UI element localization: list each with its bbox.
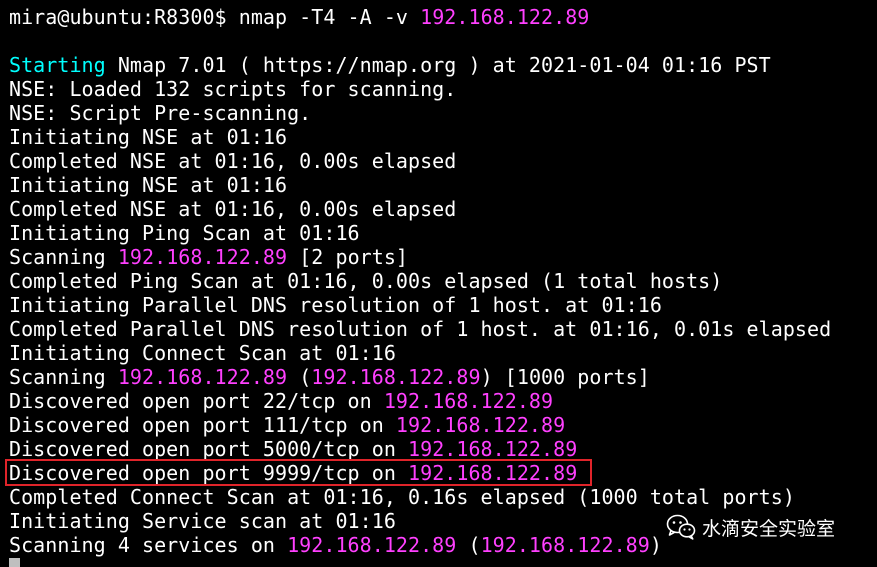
line-text: Discovered open port 5000/tcp on (9, 437, 409, 461)
output-line: Completed NSE at 01:16, 0.00s elapsed (9, 197, 831, 221)
ip-address: 192.168.122.89 (420, 5, 590, 29)
line-text: Completed NSE at 01:16, 0.00s elapsed (9, 149, 457, 173)
line-text: Completed Connect Scan at 01:16, 0.16s e… (9, 485, 795, 509)
line-text: [2 ports] (287, 245, 409, 269)
output-line: Starting Nmap 7.01 ( https://nmap.org ) … (9, 53, 831, 77)
line-text: Scanning 4 services on (9, 533, 288, 557)
ip-address: 192.168.122.89 (287, 533, 457, 557)
line-text: Scanning (9, 245, 118, 269)
output-line: Scanning 192.168.122.89 (192.168.122.89)… (9, 365, 831, 389)
output-line: Initiating NSE at 01:16 (9, 173, 831, 197)
output-line: Initiating NSE at 01:16 (9, 125, 831, 149)
line-text: Starting (9, 53, 106, 77)
output-line: Discovered open port 5000/tcp on 192.168… (9, 437, 831, 461)
output-line: Discovered open port 111/tcp on 192.168.… (9, 413, 831, 437)
line-text: Initiating NSE at 01:16 (9, 125, 288, 149)
ip-address: 192.168.122.89 (117, 245, 288, 269)
line-text: NSE: Script Pre-scanning. (9, 101, 312, 125)
line-text: Discovered open port 9999/tcp on (9, 461, 409, 485)
line-text: ) (649, 533, 662, 557)
output-line: Initiating Parallel DNS resolution of 1 … (9, 293, 831, 317)
line-text: Scanning (9, 365, 118, 389)
watermark: 水滴安全实验室 (666, 512, 835, 542)
output-line: Discovered open port 22/tcp on 192.168.1… (9, 389, 831, 413)
output-line: NSE: Loaded 132 scripts for scanning. (9, 77, 831, 101)
terminal-cursor (9, 558, 20, 567)
line-text: ) [1000 ports] (480, 365, 650, 389)
line-text: ( (287, 365, 312, 389)
ip-address: 192.168.122.89 (408, 461, 578, 485)
line-text: Initiating NSE at 01:16 (9, 173, 288, 197)
ip-address: 192.168.122.89 (395, 413, 566, 437)
line-text: Initiating Ping Scan at 01:16 (9, 221, 360, 245)
ip-address: 192.168.122.89 (383, 389, 554, 413)
output-line: NSE: Script Pre-scanning. (9, 101, 831, 125)
wechat-icon (666, 513, 696, 541)
ip-address: 192.168.122.89 (117, 365, 288, 389)
output-line: Completed Connect Scan at 01:16, 0.16s e… (9, 485, 831, 509)
line-text: Initiating Service scan at 01:16 (9, 509, 396, 533)
output-line: Scanning 192.168.122.89 [2 ports] (9, 245, 831, 269)
line-text: Nmap 7.01 ( https://nmap.org ) at 2021-0… (105, 53, 771, 77)
output-line: Completed NSE at 01:16, 0.00s elapsed (9, 149, 831, 173)
line-text: Completed Ping Scan at 01:16, 0.00s elap… (9, 269, 723, 293)
output-line: Completed Parallel DNS resolution of 1 h… (9, 317, 831, 341)
terminal-output: mira@ubuntu:R8300$ nmap -T4 -A -v 192.16… (9, 5, 831, 557)
output-line: Discovered open port 9999/tcp on 192.168… (9, 461, 831, 485)
line-text: ( (456, 533, 481, 557)
ip-address: 192.168.122.89 (311, 365, 481, 389)
line-text: Discovered open port 22/tcp on (9, 389, 384, 413)
line-text: Initiating Connect Scan at 01:16 (9, 341, 396, 365)
ip-address: 192.168.122.89 (480, 533, 650, 557)
line-text: Discovered open port 111/tcp on (9, 413, 396, 437)
line-text: NSE: Loaded 132 scripts for scanning. (9, 77, 457, 101)
ip-address: 192.168.122.89 (408, 437, 578, 461)
line-text: Completed Parallel DNS resolution of 1 h… (9, 317, 832, 341)
output-line: Completed Ping Scan at 01:16, 0.00s elap… (9, 269, 831, 293)
line-text: mira@ubuntu:R8300$ nmap -T4 -A -v (9, 5, 421, 29)
line-text: Initiating Parallel DNS resolution of 1 … (9, 293, 662, 317)
command-line: mira@ubuntu:R8300$ nmap -T4 -A -v 192.16… (9, 5, 831, 29)
line-text: Completed NSE at 01:16, 0.00s elapsed (9, 197, 457, 221)
watermark-text: 水滴安全实验室 (702, 517, 836, 540)
output-line: Initiating Connect Scan at 01:16 (9, 341, 831, 365)
output-line: Initiating Ping Scan at 01:16 (9, 221, 831, 245)
terminal-window[interactable]: mira@ubuntu:R8300$ nmap -T4 -A -v 192.16… (0, 0, 877, 567)
